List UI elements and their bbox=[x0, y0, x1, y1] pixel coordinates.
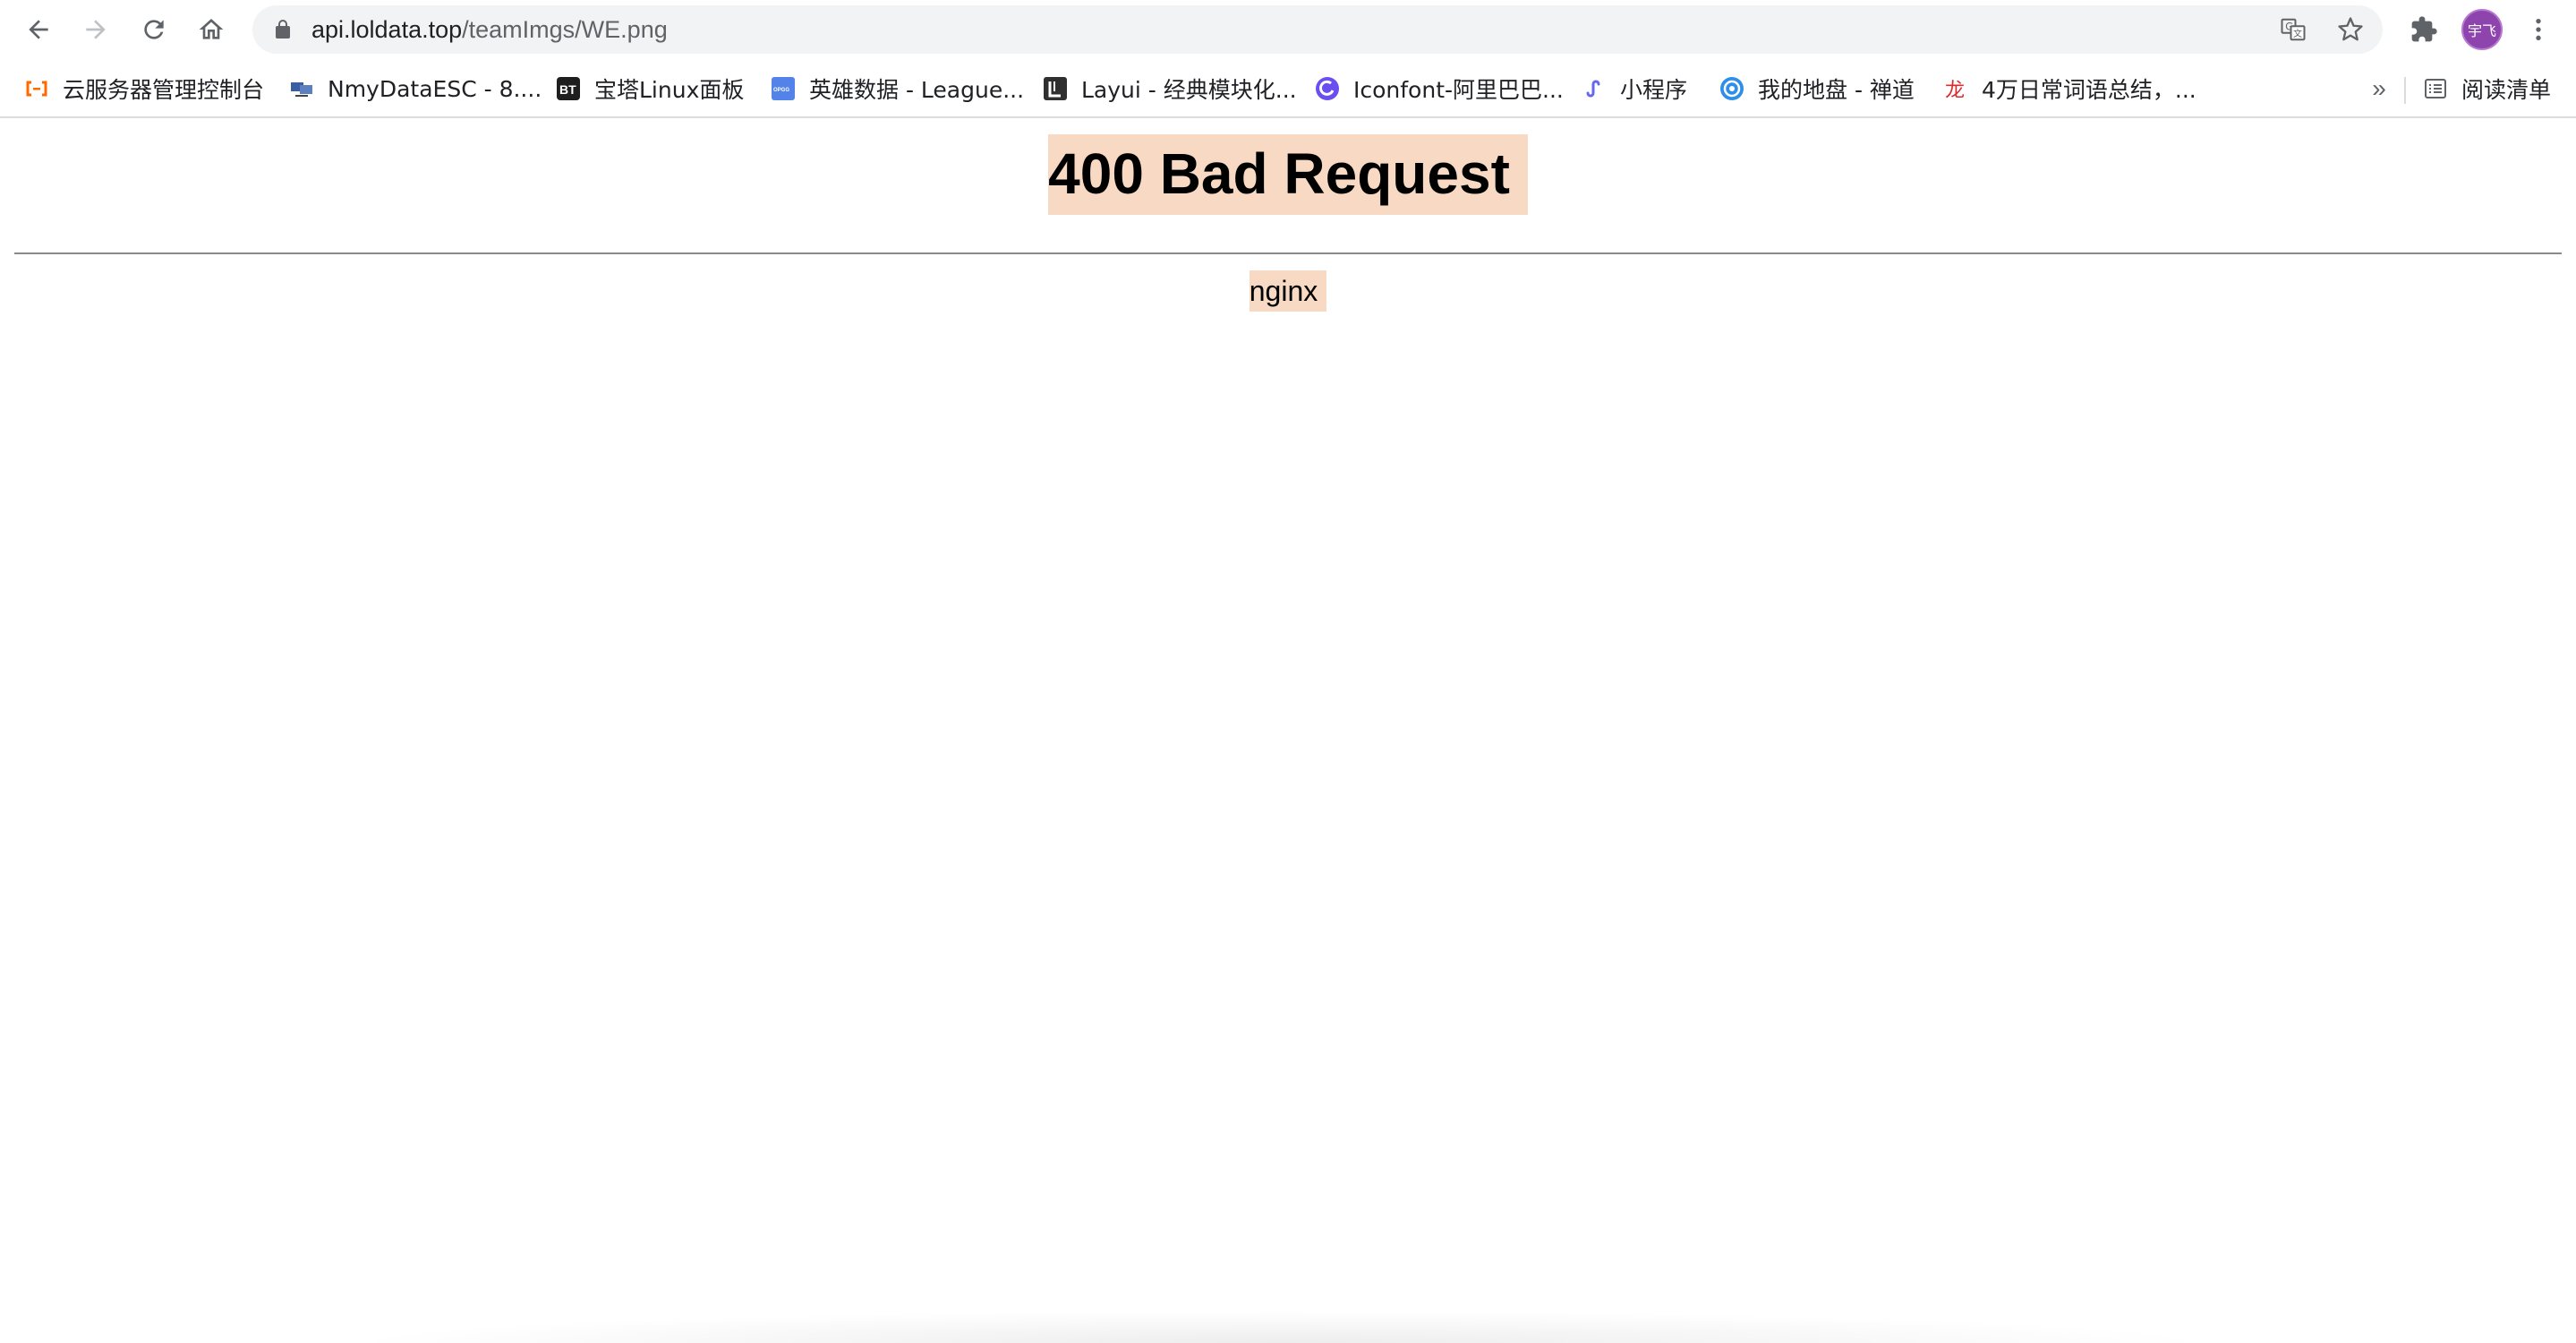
miniprogram-icon bbox=[1581, 75, 1608, 102]
reading-list-icon bbox=[2422, 75, 2449, 102]
error-title: 400 Bad Request bbox=[1048, 134, 1528, 215]
address-bar[interactable]: api.loldata.top/teamImgs/WE.png G文 bbox=[252, 5, 2383, 54]
bookmarks-bar: 云服务器管理控制台 NmyDataESC - 8.... BT 宝塔Linux面… bbox=[0, 59, 2576, 118]
dragon-icon: 龙 bbox=[1942, 75, 1969, 102]
zentao-icon bbox=[1719, 75, 1745, 102]
server-signature-container: nginx bbox=[0, 270, 2576, 312]
bookmark-label: 英雄数据 - League... bbox=[809, 77, 1025, 103]
bookmark-item[interactable]: 云服务器管理控制台 bbox=[23, 72, 264, 106]
bookmark-label: 云服务器管理控制台 bbox=[63, 77, 265, 103]
page-content: 400 Bad Request nginx bbox=[0, 120, 2576, 1343]
bookmarks-divider bbox=[2404, 77, 2406, 104]
bookmarks-overflow-button[interactable]: » bbox=[2367, 72, 2392, 106]
bookmark-item[interactable]: 小程序 bbox=[1581, 72, 1687, 106]
error-heading-container: 400 Bad Request bbox=[0, 134, 2576, 215]
url-host: api.loldata.top bbox=[311, 16, 463, 43]
server-signature: nginx bbox=[1249, 270, 1327, 312]
bookmark-item[interactable]: BT 宝塔Linux面板 bbox=[555, 72, 744, 106]
url-text: api.loldata.top/teamImgs/WE.png bbox=[311, 5, 668, 54]
extensions-button[interactable] bbox=[2408, 13, 2440, 46]
translate-button[interactable]: G文 bbox=[2277, 13, 2309, 46]
reload-icon bbox=[144, 20, 164, 39]
aliyun-icon bbox=[23, 75, 50, 102]
profile-avatar[interactable]: 宇飞 bbox=[2461, 9, 2503, 50]
home-icon bbox=[199, 19, 224, 39]
bookmark-label: Iconfont-阿里巴巴... bbox=[1353, 77, 1564, 103]
url-path: /teamImgs/WE.png bbox=[462, 16, 668, 43]
opgg-icon: OPGG bbox=[770, 75, 797, 102]
horizontal-rule bbox=[14, 252, 2562, 254]
svg-text:BT: BT bbox=[559, 82, 576, 97]
arrow-right-icon bbox=[86, 20, 106, 39]
monitor-icon bbox=[288, 75, 315, 102]
bookmark-item[interactable]: NmyDataESC - 8.... bbox=[288, 72, 542, 106]
bookmark-label: 我的地盘 - 禅道 bbox=[1758, 77, 1915, 103]
layui-icon bbox=[1042, 75, 1069, 102]
bookmark-item[interactable]: OPGG 英雄数据 - League... bbox=[770, 72, 1024, 106]
bookmark-item[interactable]: Iconfont-阿里巴巴... bbox=[1314, 72, 1564, 106]
bookmark-item[interactable]: 我的地盘 - 禅道 bbox=[1719, 72, 1915, 106]
bookmark-label: 4万日常词语总结，... bbox=[1982, 77, 2196, 103]
bookmark-label: Layui - 经典模块化... bbox=[1081, 77, 1297, 103]
kebab-menu-icon bbox=[2536, 19, 2541, 40]
reading-list-button[interactable]: 阅读清单 bbox=[2422, 72, 2551, 106]
bottom-shadow bbox=[340, 1311, 2220, 1343]
svg-text:文: 文 bbox=[2293, 28, 2302, 39]
home-button[interactable] bbox=[190, 8, 233, 51]
bookmark-label: 小程序 bbox=[1620, 77, 1688, 103]
lock-icon bbox=[276, 20, 290, 38]
star-icon bbox=[2338, 17, 2363, 41]
back-button[interactable] bbox=[17, 8, 60, 51]
forward-button[interactable] bbox=[74, 8, 117, 51]
svg-text:龙: 龙 bbox=[1945, 80, 1965, 102]
menu-button[interactable] bbox=[2522, 13, 2555, 46]
puzzle-icon bbox=[2411, 16, 2437, 42]
bookmark-label: 宝塔Linux面板 bbox=[594, 77, 745, 103]
reading-list-label: 阅读清单 bbox=[2461, 77, 2552, 103]
bookmark-item[interactable]: Layui - 经典模块化... bbox=[1042, 72, 1297, 106]
bookmark-item[interactable]: 龙 4万日常词语总结，... bbox=[1942, 72, 2196, 106]
browser-toolbar: api.loldata.top/teamImgs/WE.png G文 宇飞 bbox=[0, 0, 2576, 59]
reload-button[interactable] bbox=[132, 8, 175, 51]
arrow-left-icon bbox=[29, 20, 48, 39]
svg-text:OPGG: OPGG bbox=[773, 88, 789, 93]
bookmark-star-button[interactable] bbox=[2334, 13, 2367, 46]
bt-icon: BT bbox=[555, 75, 582, 102]
iconfont-icon bbox=[1314, 75, 1341, 102]
translate-icon: G文 bbox=[2281, 18, 2306, 41]
bookmark-label: NmyDataESC - 8.... bbox=[328, 75, 542, 102]
